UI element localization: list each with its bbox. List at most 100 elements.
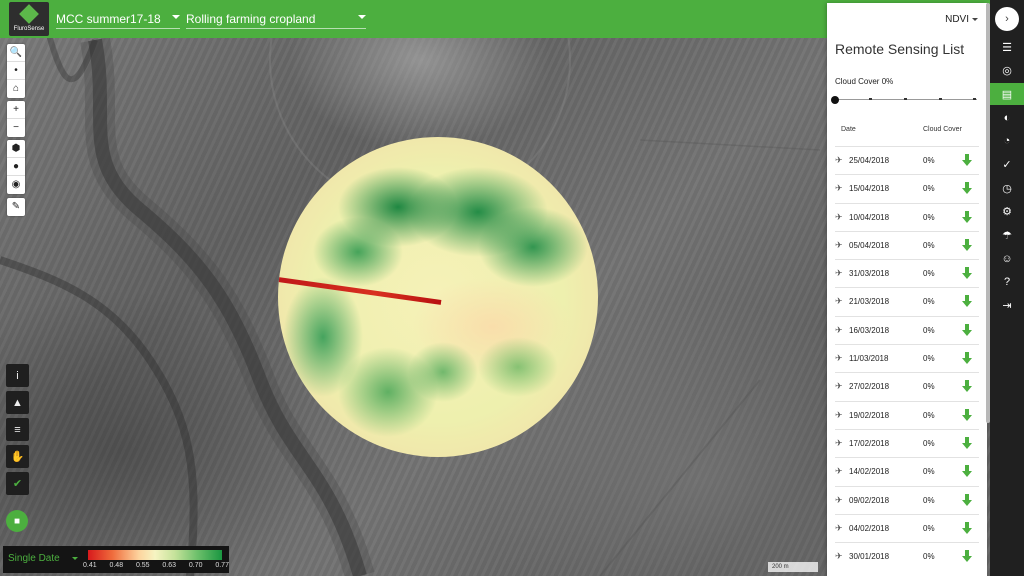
download-icon[interactable]: [961, 153, 973, 167]
download-icon[interactable]: [961, 323, 973, 337]
field-track-line: [278, 277, 442, 305]
logo[interactable]: FluroSense: [9, 2, 49, 36]
index-select[interactable]: NDVI: [945, 14, 978, 25]
list-item[interactable]: ✈ 19/02/2018 0%: [835, 400, 979, 429]
download-icon[interactable]: [961, 181, 973, 195]
download-icon[interactable]: [961, 210, 973, 224]
list-item-cloud-cover: 0%: [923, 354, 935, 364]
contrast-icon[interactable]: ◐: [990, 107, 1024, 129]
tractor-icon[interactable]: ⚙: [990, 201, 1024, 223]
chart-icon[interactable]: ≡: [6, 418, 29, 441]
circle-icon[interactable]: ●: [7, 158, 25, 176]
ndvi-field-overlay[interactable]: [278, 137, 598, 457]
list-item-date: 19/02/2018: [849, 410, 890, 420]
list-item-cloud-cover: 0%: [923, 467, 935, 477]
download-icon[interactable]: [961, 238, 973, 252]
zoom-in-button[interactable]: +: [7, 101, 25, 119]
check-icon[interactable]: ✔: [6, 472, 29, 495]
download-icon[interactable]: [961, 493, 973, 507]
satellite-icon: ✈: [835, 522, 843, 533]
pin-icon[interactable]: •: [7, 62, 25, 80]
search-icon[interactable]: 🔍: [7, 44, 25, 62]
legend-tick-label: 0.77: [215, 562, 229, 569]
marker-icon[interactable]: ◉: [7, 176, 25, 194]
list-item[interactable]: ✈ 10/04/2018 0%: [835, 202, 979, 231]
download-icon[interactable]: [961, 549, 973, 563]
cloud-cover-slider-thumb[interactable]: [831, 96, 839, 104]
list-item[interactable]: ✈ 30/01/2018 0%: [835, 542, 979, 570]
field-select-value: Rolling farming cropland: [186, 11, 316, 26]
legend-color-bar: [88, 550, 222, 560]
list-item-cloud-cover: 0%: [923, 184, 935, 194]
list-item[interactable]: ✈ 31/03/2018 0%: [835, 259, 979, 287]
download-icon[interactable]: [961, 464, 973, 478]
info-icon[interactable]: i: [6, 364, 29, 387]
list-item-date: 25/04/2018: [849, 156, 890, 165]
list-item-cloud-cover: 0%: [923, 523, 935, 533]
list-item-date: 30/01/2018: [849, 552, 890, 562]
list-item-date: 17/02/2018: [849, 438, 890, 448]
chevron-down-icon: [172, 15, 180, 19]
field-select[interactable]: Rolling farming cropland: [186, 9, 366, 29]
gauge-icon[interactable]: ◷: [990, 177, 1024, 199]
download-icon[interactable]: [961, 266, 973, 280]
download-icon[interactable]: [961, 521, 973, 535]
list-item-cloud-cover: 0%: [923, 240, 935, 250]
download-icon[interactable]: [961, 379, 973, 393]
list-item-cloud-cover: 0%: [923, 495, 935, 505]
polygon-icon[interactable]: ⬢: [7, 140, 25, 158]
list-item-date: 15/04/2018: [849, 184, 890, 194]
list-item[interactable]: ✈ 04/02/2018 0%: [835, 513, 979, 542]
list-item[interactable]: ✈ 09/02/2018 0%: [835, 485, 979, 514]
home-icon[interactable]: ⌂: [7, 80, 25, 98]
check-circle-icon[interactable]: ✓: [990, 154, 1024, 176]
user-icon[interactable]: ☺: [990, 248, 1024, 270]
list-item-cloud-cover: 0%: [923, 269, 935, 279]
list-item-date: 11/03/2018: [849, 354, 889, 364]
zoom-out-button[interactable]: −: [7, 119, 25, 137]
list-item[interactable]: ✈ 27/02/2018 0%: [835, 372, 979, 400]
layers-icon[interactable]: ☰: [990, 36, 1024, 58]
scale-bar: 200 m: [768, 562, 818, 572]
list-item[interactable]: ✈ 14/02/2018 0%: [835, 457, 979, 485]
satellite-icon: ✈: [835, 437, 843, 448]
list-item[interactable]: ✈ 16/03/2018 0%: [835, 315, 979, 344]
pie-icon[interactable]: ◔: [990, 130, 1024, 152]
list-item[interactable]: ✈ 21/03/2018 0%: [835, 287, 979, 315]
download-icon[interactable]: [961, 408, 973, 422]
list-item[interactable]: ✈ 25/04/2018 0%: [835, 146, 979, 174]
ndvi-legend: Single Date 0.41 0.48 0.55 0.63 0.70 0.77: [3, 546, 229, 573]
list-item[interactable]: ✈ 17/02/2018 0%: [835, 428, 979, 457]
download-icon[interactable]: [961, 351, 973, 365]
farm-select[interactable]: MCC summer17-18: [56, 9, 180, 29]
slider-tick: [973, 98, 976, 100]
search-tool-group: 🔍 • ⌂: [7, 44, 25, 98]
panel-title: Remote Sensing List: [835, 41, 965, 57]
legend-tick-label: 0.70: [188, 562, 203, 569]
legend-mode-select[interactable]: Single Date: [8, 553, 78, 564]
remote-sensing-icon[interactable]: ▤: [990, 83, 1024, 105]
satellite-icon: ✈: [835, 155, 843, 165]
chevron-down-icon: [972, 18, 978, 21]
download-icon[interactable]: [961, 294, 973, 308]
list-item[interactable]: ✈ 05/04/2018 0%: [835, 230, 979, 259]
list-item[interactable]: ✈ 15/04/2018 0%: [835, 174, 979, 202]
collapse-panel-button[interactable]: ›: [995, 7, 1019, 31]
list-item-cloud-cover: 0%: [923, 552, 935, 562]
cloud-cover-label: Cloud Cover 0%: [835, 77, 894, 86]
legend-ticks: 0.41 0.48 0.55 0.63 0.70 0.77: [83, 562, 229, 569]
satellite-icon: ✈: [835, 211, 843, 222]
alert-icon[interactable]: ▲: [6, 391, 29, 414]
help-icon[interactable]: ?: [990, 271, 1024, 293]
edit-icon[interactable]: ✎: [7, 198, 25, 216]
legend-tick-label: 0.55: [135, 562, 150, 569]
chat-button[interactable]: ■: [6, 510, 28, 532]
weather-icon[interactable]: ☂: [990, 224, 1024, 246]
satellite-icon: ✈: [835, 353, 843, 364]
download-icon[interactable]: [961, 436, 973, 450]
list-item[interactable]: ✈ 11/03/2018 0%: [835, 344, 979, 372]
logout-icon[interactable]: ⇥: [990, 295, 1024, 317]
hand-icon[interactable]: ✋: [6, 445, 29, 468]
globe-icon[interactable]: ◎: [990, 60, 1024, 82]
chevron-down-icon: [358, 15, 366, 19]
